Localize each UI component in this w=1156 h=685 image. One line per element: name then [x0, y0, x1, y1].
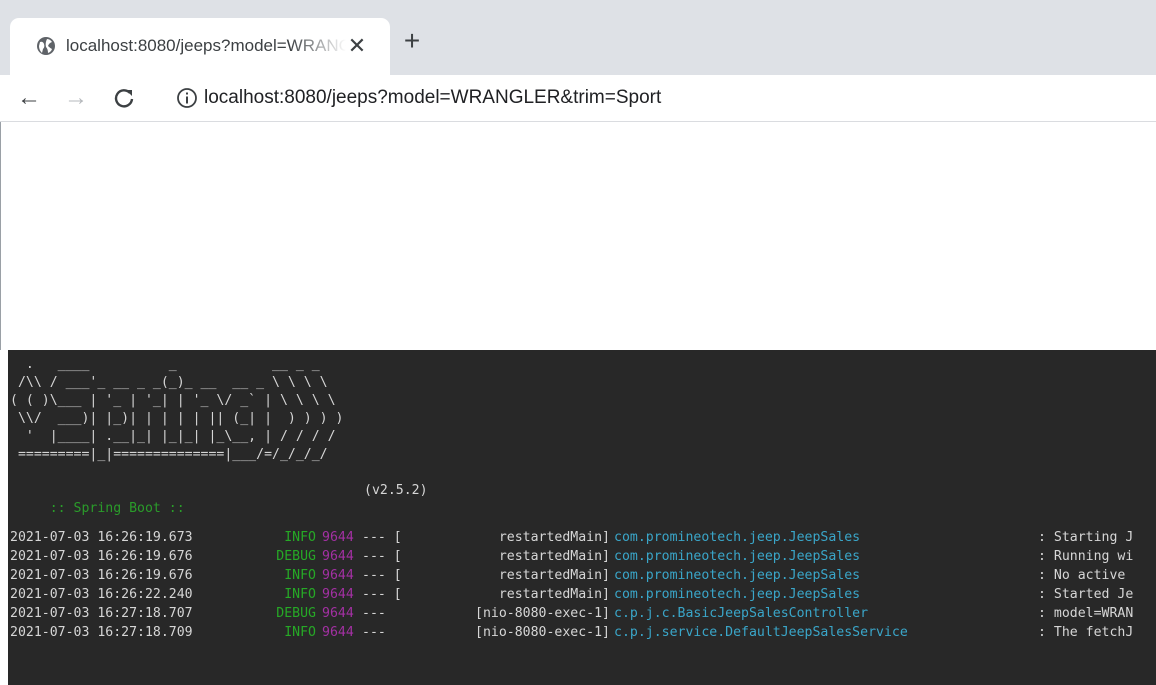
log-message: : No active: [1038, 568, 1126, 583]
log-level: DEBUG: [276, 549, 316, 564]
address-bar[interactable]: localhost:8080/jeeps?model=WRANGLER&trim…: [204, 85, 661, 111]
log-pid: 9644: [322, 549, 354, 564]
log-separator: ---: [362, 625, 386, 640]
log-thread: restartedMain]: [498, 568, 610, 583]
log-thread: restartedMain]: [498, 587, 610, 602]
log-logger: com.promineotech.jeep.JeepSales: [614, 530, 861, 545]
reload-icon: [114, 89, 134, 108]
page-content: [0, 122, 1156, 350]
console-output: . ____ _ __ _ _ /\\ / ___'_ __ _ _(_)_ _…: [0, 350, 1156, 685]
log-message: : The fetchJ: [1038, 625, 1134, 640]
browser-window: localhost:8080/jeeps?model=WRANGLER&trim…: [0, 0, 1156, 350]
reload-button[interactable]: [108, 82, 140, 114]
back-button[interactable]: ←: [13, 82, 45, 114]
log-thread: restartedMain]: [498, 549, 610, 564]
log-line: 2021-07-03 16:26:19.673 INFO 9644 --- [rest…: [10, 528, 1156, 547]
log-message: : Started Je: [1038, 587, 1134, 602]
log-message: : model=WRAN: [1038, 606, 1134, 621]
log-separator: ---: [362, 606, 386, 621]
log-message: : Running wi: [1038, 549, 1134, 564]
log-pid: 9644: [322, 606, 354, 621]
info-icon[interactable]: [176, 87, 198, 109]
spring-boot-version: (v2.5.2): [364, 483, 428, 498]
log-logger: com.promineotech.jeep.JeepSales: [614, 549, 861, 564]
log-pid: 9644: [322, 587, 354, 602]
log-line: 2021-07-03 16:27:18.709 INFO 9644 --- [nio-8…: [10, 623, 1156, 642]
log-timestamp: 2021-07-03 16:26:19.673: [10, 530, 193, 545]
new-tab-button[interactable]: +: [397, 26, 427, 56]
log-level: INFO: [284, 625, 316, 640]
tab-title: localhost:8080/jeeps?model=WRANGLER&trim…: [66, 36, 346, 55]
log-timestamp: 2021-07-03 16:26:22.240: [10, 587, 193, 602]
log-thread: restartedMain]: [498, 530, 610, 545]
log-line: 2021-07-03 16:26:22.240 INFO 9644 --- [rest…: [10, 585, 1156, 604]
log-timestamp: 2021-07-03 16:27:18.707: [10, 606, 193, 621]
log-line: 2021-07-03 16:26:19.676 DEBUG 9644 --- [res…: [10, 547, 1156, 566]
browser-toolbar: ← → localhost:8080/jeeps?model=WRANGLER&…: [0, 75, 1156, 122]
log-level: INFO: [284, 530, 316, 545]
log-timestamp: 2021-07-03 16:26:19.676: [10, 568, 193, 583]
spring-boot-label: :: Spring Boot ::: [41, 501, 185, 516]
log-logger: com.promineotech.jeep.JeepSales: [614, 568, 861, 583]
log-line: 2021-07-03 16:26:19.676 INFO 9644 --- [rest…: [10, 566, 1156, 585]
log-thread: [nio-8080-exec-1]: [475, 606, 610, 621]
log-timestamp: 2021-07-03 16:26:19.676: [10, 549, 193, 564]
log-timestamp: 2021-07-03 16:27:18.709: [10, 625, 193, 640]
forward-button[interactable]: →: [60, 82, 92, 114]
log-pid: 9644: [322, 625, 354, 640]
log-thread: [nio-8080-exec-1]: [475, 625, 610, 640]
log-level: DEBUG: [276, 606, 316, 621]
tab-strip: localhost:8080/jeeps?model=WRANGLER&trim…: [0, 0, 1156, 75]
log-level: INFO: [284, 568, 316, 583]
log-lines: 2021-07-03 16:26:19.673 INFO 9644 --- [rest…: [10, 528, 1156, 642]
log-pid: 9644: [322, 530, 354, 545]
spring-ascii-banner: . ____ _ __ _ _ /\\ / ___'_ __ _ _(_)_ _…: [10, 357, 344, 462]
log-pid: 9644: [322, 568, 354, 583]
log-logger: c.p.j.c.BasicJeepSalesController: [614, 606, 869, 621]
log-message: : Starting J: [1038, 530, 1134, 545]
log-line: 2021-07-03 16:27:18.707 DEBUG 9644 --- [nio-…: [10, 604, 1156, 623]
globe-icon: [37, 37, 55, 55]
log-logger: c.p.j.service.DefaultJeepSalesService: [614, 625, 908, 640]
close-tab-icon[interactable]: ✕: [345, 34, 369, 58]
log-level: INFO: [284, 587, 316, 602]
browser-tab[interactable]: localhost:8080/jeeps?model=WRANGLER&trim…: [10, 18, 390, 75]
log-logger: com.promineotech.jeep.JeepSales: [614, 587, 861, 602]
